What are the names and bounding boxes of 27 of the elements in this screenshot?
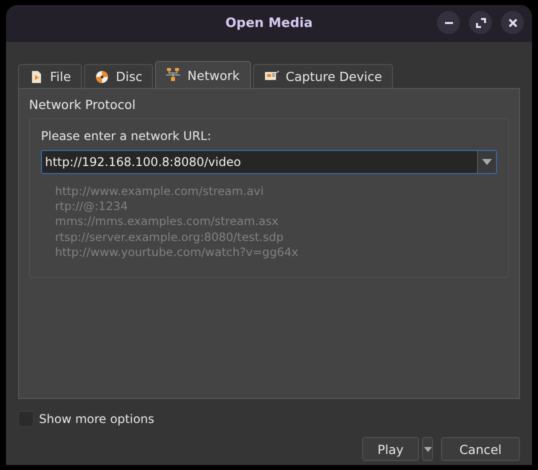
network-icon xyxy=(166,68,180,82)
disc-icon xyxy=(94,70,109,84)
tab[interactable]: Network xyxy=(155,61,251,88)
maximize-button[interactable] xyxy=(469,11,492,34)
checkbox-label[interactable]: Show more options xyxy=(39,412,154,426)
example-url: http://www.yourtube.com/watch?v=gg64x xyxy=(55,244,300,260)
tab[interactable]: Disc xyxy=(84,64,154,88)
tab[interactable]: Capture Device xyxy=(252,64,394,88)
minimize-button[interactable] xyxy=(437,11,460,34)
example-url: http://www.example.com/stream.avi xyxy=(55,184,265,200)
example-url: mms://mms.examples.com/stream.asx xyxy=(55,214,280,230)
close-icon xyxy=(506,16,518,28)
file-icon xyxy=(29,70,43,84)
maximize-icon xyxy=(474,16,486,28)
example-url: rtp://@:1234 xyxy=(55,199,129,214)
caret-icon xyxy=(424,446,432,452)
close-button[interactable] xyxy=(501,11,524,34)
play-button[interactable]: Play xyxy=(362,437,419,461)
play-menu-button[interactable] xyxy=(422,437,433,461)
dropdown-button[interactable] xyxy=(477,151,496,173)
tab[interactable]: File xyxy=(18,64,82,88)
window-title: Open Media xyxy=(225,16,313,31)
section-title: Network Protocol xyxy=(29,97,137,112)
url-prompt: Please enter a network URL: xyxy=(41,129,212,143)
caret-icon xyxy=(482,159,492,165)
cancel-button[interactable]: Cancel xyxy=(441,437,520,461)
example-url: rtsp://server.example.org:8080/test.sdp xyxy=(55,230,285,245)
